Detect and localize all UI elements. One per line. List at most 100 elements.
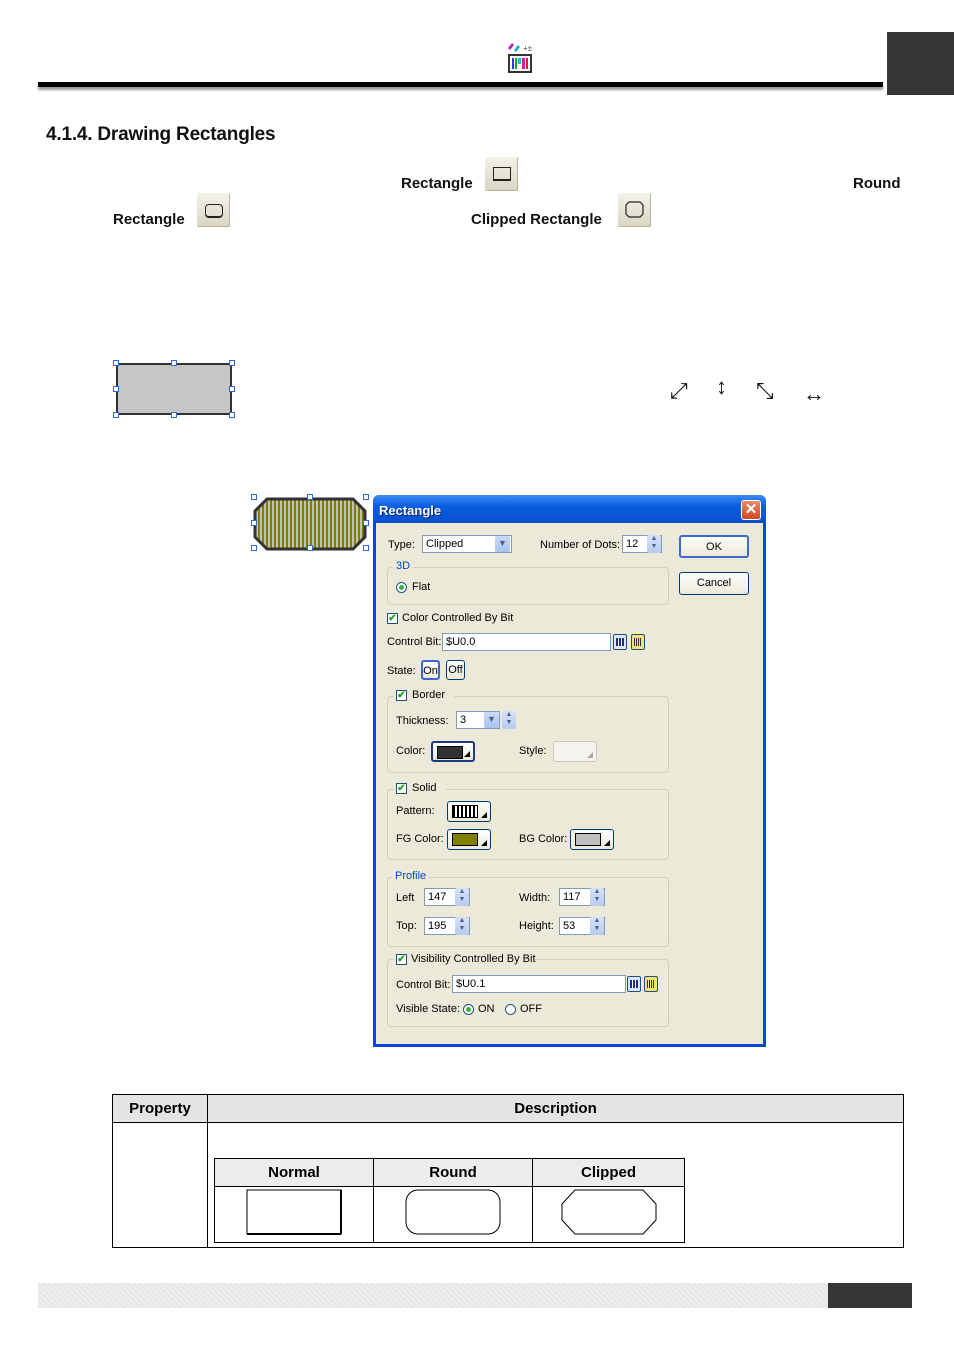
- control-bit-input[interactable]: $U0.0: [442, 633, 611, 651]
- resize-handle[interactable]: [251, 520, 257, 526]
- round-rectangle-tool-button[interactable]: [197, 193, 230, 227]
- visible-off-radio[interactable]: [505, 1004, 516, 1015]
- left-spinner[interactable]: ▲ ▼: [455, 888, 469, 906]
- resize-handle[interactable]: [251, 545, 257, 551]
- round-shape-cell: [373, 1186, 533, 1243]
- control-bit-label: Control Bit:: [387, 636, 442, 648]
- type-value: Clipped: [426, 538, 464, 550]
- spin-arrows-icon: ▲ ▼: [593, 917, 601, 932]
- thickness-label: Thickness:: [396, 715, 449, 727]
- visibility-tag-picker-button[interactable]: [644, 976, 658, 992]
- resize-handle[interactable]: [307, 545, 313, 551]
- shape-type-table: Normal Round Clipped: [214, 1158, 685, 1243]
- flat-radio[interactable]: [396, 582, 407, 593]
- app-palette-icon: +±: [505, 42, 535, 74]
- pattern-button[interactable]: [447, 801, 491, 822]
- clipped-shape-cell: [532, 1186, 685, 1243]
- border-color-button[interactable]: [431, 741, 475, 762]
- diagonal-ne-resize-icon: ⤢: [670, 378, 688, 403]
- round-rectangle-tool-label: Round: [853, 175, 901, 192]
- state-off-button[interactable]: Off: [446, 660, 465, 680]
- cancel-button[interactable]: Cancel: [679, 572, 749, 595]
- visibility-group: [387, 959, 669, 1027]
- rectangle-tool-button[interactable]: [485, 157, 518, 191]
- ok-button[interactable]: OK: [679, 535, 749, 558]
- solid-checkbox[interactable]: ✔: [396, 783, 407, 794]
- dots-spinner[interactable]: ▲ ▼: [647, 535, 661, 553]
- height-spinner[interactable]: ▲ ▼: [590, 917, 604, 935]
- section-title: 4.1.4. Drawing Rectangles: [46, 124, 276, 145]
- dropdown-triangle-icon: [481, 812, 487, 818]
- shape-header-row: Normal Round Clipped: [214, 1158, 685, 1187]
- thickness-dropdown-button[interactable]: ▼: [484, 712, 499, 728]
- border-color-label: Color:: [396, 745, 426, 757]
- fg-color-swatch: [452, 833, 478, 846]
- footer-page-tab: [828, 1283, 912, 1308]
- border-label: Border: [412, 689, 446, 701]
- round-header: Round: [373, 1158, 533, 1187]
- height-value: 53: [563, 920, 576, 932]
- border-color-swatch: [437, 746, 463, 759]
- resize-handle[interactable]: [229, 412, 235, 418]
- resize-handle[interactable]: [363, 545, 369, 551]
- profile-group-label: Profile: [392, 870, 430, 882]
- selected-rectangle-shape[interactable]: [116, 363, 232, 415]
- visibility-label: Visibility Controlled By Bit: [411, 953, 536, 965]
- visibility-checkbox[interactable]: ✔: [396, 954, 407, 965]
- thickness-spinner[interactable]: ▲ ▼: [502, 711, 516, 729]
- calculator-grid-icon: [630, 980, 638, 988]
- resize-handle[interactable]: [113, 412, 119, 418]
- resize-handle[interactable]: [113, 386, 119, 392]
- bg-color-label: BG Color:: [519, 833, 568, 845]
- resize-handle[interactable]: [229, 386, 235, 392]
- resize-handle[interactable]: [113, 360, 119, 366]
- description-header: Description: [207, 1094, 904, 1123]
- state-on-button[interactable]: On: [421, 660, 440, 680]
- round-rectangle-tool-label-cont: Rectangle: [113, 211, 185, 228]
- resize-handle[interactable]: [171, 412, 177, 418]
- top-spinner[interactable]: ▲ ▼: [455, 917, 469, 935]
- border-checkbox[interactable]: ✔: [396, 690, 407, 701]
- visible-on-radio[interactable]: [463, 1004, 474, 1015]
- resize-handle[interactable]: [363, 520, 369, 526]
- clipped-rectangle-sample: [561, 1189, 656, 1235]
- pattern-label: Pattern:: [396, 805, 435, 817]
- chapter-tab: [887, 32, 954, 95]
- close-button[interactable]: ✕: [741, 500, 761, 520]
- fg-color-button[interactable]: [447, 829, 491, 850]
- clipped-rectangle-tool-button[interactable]: [618, 193, 651, 227]
- resize-handle[interactable]: [251, 494, 257, 500]
- diagonal-nw-resize-icon: ⤡: [756, 378, 774, 403]
- top-value: 195: [428, 920, 447, 932]
- bg-color-button[interactable]: [570, 829, 614, 850]
- vertical-resize-icon: ↕: [716, 374, 727, 399]
- visible-on-label: ON: [478, 1003, 495, 1015]
- checkmark-icon: ✔: [397, 954, 406, 965]
- rectangle-tool-icon: [493, 167, 511, 181]
- top-label: Top:: [396, 920, 417, 932]
- solid-label: Solid: [412, 782, 437, 794]
- style-label: Style:: [519, 745, 547, 757]
- state-label: State:: [387, 665, 416, 677]
- resize-handle[interactable]: [171, 360, 177, 366]
- style-button-disabled[interactable]: [553, 741, 597, 762]
- normal-rectangle-sample: [246, 1189, 342, 1235]
- resize-handle[interactable]: [229, 360, 235, 366]
- spin-arrows-icon: ▲ ▼: [650, 535, 658, 550]
- tag-picker-button[interactable]: [631, 634, 645, 650]
- tag-table-button[interactable]: [613, 634, 627, 650]
- visibility-tag-table-button[interactable]: [627, 976, 641, 992]
- resize-handle[interactable]: [307, 494, 313, 500]
- group-3d-label: 3D: [393, 560, 414, 572]
- close-icon: ✕: [744, 501, 758, 518]
- width-spinner[interactable]: ▲ ▼: [590, 888, 604, 906]
- type-dropdown-button[interactable]: ▼: [495, 536, 510, 552]
- checkmark-icon: ✔: [397, 690, 406, 701]
- dots-value: 12: [626, 538, 639, 550]
- resize-handle[interactable]: [363, 494, 369, 500]
- visibility-control-bit-input[interactable]: $U0.1: [452, 975, 626, 993]
- color-controlled-checkbox[interactable]: ✔: [387, 613, 398, 624]
- visibility-control-bit-value: $U0.1: [456, 978, 486, 990]
- control-bit-value: $U0.0: [446, 636, 476, 648]
- dropdown-triangle-icon: [481, 840, 487, 846]
